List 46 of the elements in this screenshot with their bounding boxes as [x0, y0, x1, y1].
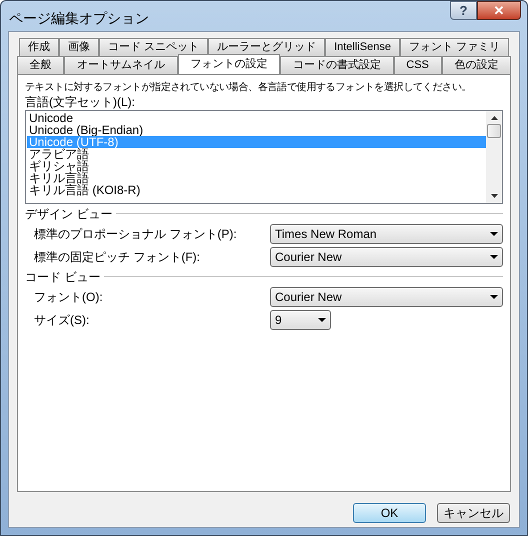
- tab[interactable]: 画像: [59, 38, 99, 56]
- language-label: 言語(文字セット)(L):: [25, 95, 136, 110]
- dropdown-arrow-icon: [490, 232, 498, 236]
- dropdown-arrow-icon: [490, 295, 498, 299]
- tab[interactable]: 作成: [19, 38, 59, 56]
- field-label: フォント(O):: [34, 289, 103, 306]
- tab[interactable]: オートサムネイル: [64, 56, 178, 74]
- dropdown-value: Courier New: [275, 249, 342, 266]
- tab[interactable]: 色の設定: [442, 56, 511, 74]
- tab[interactable]: 全般: [17, 56, 64, 74]
- tab[interactable]: コード スニペット: [99, 38, 208, 56]
- field-label: 標準の固定ピッチ フォント(F):: [34, 249, 200, 266]
- field-label: 標準のプロポーショナル フォント(P):: [34, 226, 237, 243]
- dropdown[interactable]: 9: [270, 310, 331, 330]
- dropdown-value: Times New Roman: [275, 226, 377, 243]
- section-title: コード ビュー: [25, 268, 100, 286]
- tab[interactable]: コードの書式設定: [280, 56, 394, 74]
- dialog-button[interactable]: キャンセル: [437, 503, 510, 523]
- tab[interactable]: フォントの設定: [178, 54, 280, 74]
- field-label: サイズ(S):: [34, 312, 90, 329]
- section-title: デザイン ビュー: [25, 206, 112, 222]
- language-list-item[interactable]: ギリシャ語: [27, 160, 486, 172]
- language-list-item[interactable]: Unicode: [27, 112, 486, 124]
- dropdown-value: 9: [275, 312, 282, 329]
- dialog-button[interactable]: OK: [353, 503, 426, 523]
- dropdown[interactable]: Courier New: [270, 247, 503, 267]
- dropdown-value: Courier New: [275, 289, 342, 306]
- scrollbar[interactable]: [486, 111, 502, 203]
- tab[interactable]: ルーラーとグリッド: [208, 38, 326, 56]
- language-list-item[interactable]: アラビア語: [27, 148, 486, 160]
- tab[interactable]: フォント ファミリ: [400, 38, 509, 56]
- window-title: ページ編集オプション: [9, 9, 149, 28]
- language-list-item[interactable]: Unicode (Big-Endian): [27, 124, 486, 136]
- scroll-down-icon[interactable]: [490, 194, 498, 198]
- language-list-item[interactable]: キリル言語: [27, 172, 486, 184]
- language-list-item[interactable]: キリル言語 (KOI8-R): [27, 184, 486, 196]
- scroll-up-icon[interactable]: [490, 116, 498, 120]
- description-text: テキストに対するフォントが指定されていない場合、各言語で使用するフォントを選択してください。: [25, 80, 472, 95]
- dropdown[interactable]: Times New Roman: [270, 224, 503, 244]
- help-button[interactable]: ?: [450, 1, 477, 20]
- tab[interactable]: IntelliSense: [325, 38, 400, 56]
- dropdown[interactable]: Courier New: [270, 287, 503, 307]
- scrollbar-thumb[interactable]: [487, 124, 501, 138]
- tab[interactable]: CSS: [394, 56, 442, 74]
- dropdown-arrow-icon: [490, 255, 498, 259]
- dropdown-arrow-icon: [318, 318, 326, 322]
